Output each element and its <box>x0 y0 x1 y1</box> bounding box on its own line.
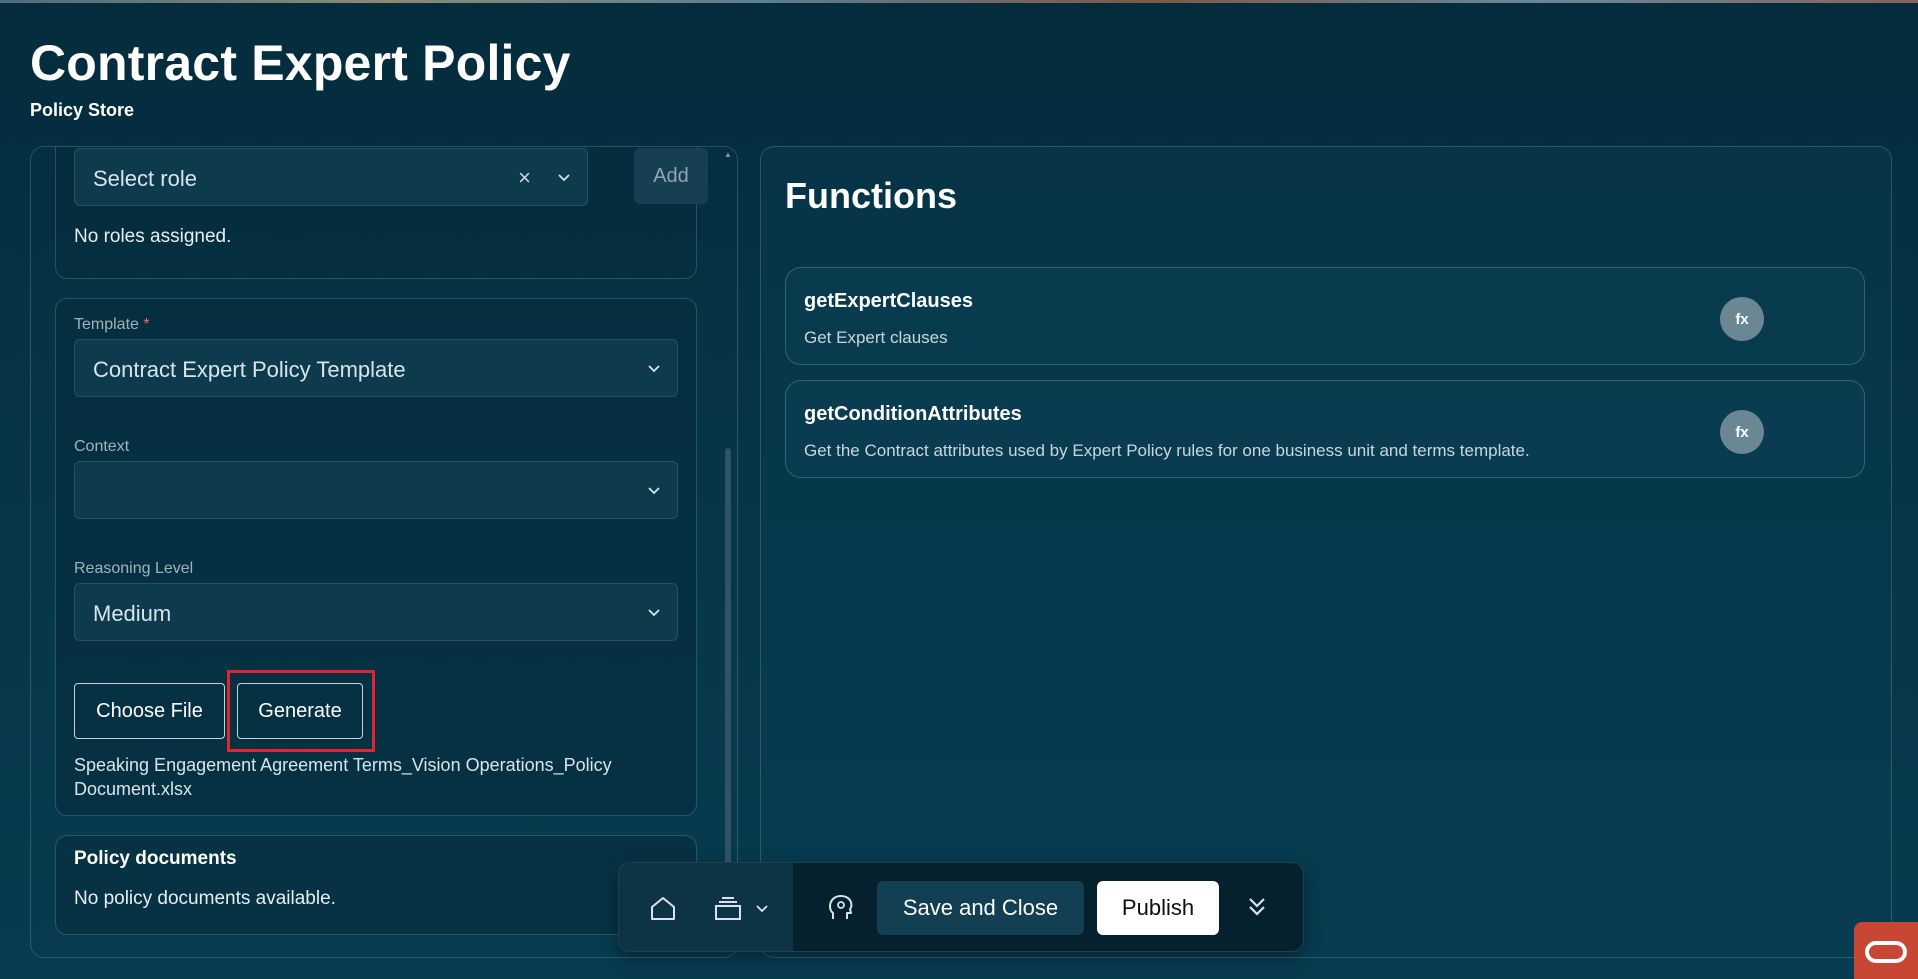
required-mark: * <box>143 316 150 333</box>
chevron-down-icon[interactable] <box>647 484 661 498</box>
function-name: getConditionAttributes <box>804 403 1022 425</box>
scrollbar-thumb[interactable] <box>725 448 731 878</box>
role-select[interactable]: Select role × <box>74 148 588 206</box>
scroll-up-arrow-icon[interactable]: ▲ <box>724 150 732 159</box>
role-select-placeholder: Select role <box>93 166 197 191</box>
template-card: Template * Contract Expert Policy Templa… <box>55 298 697 816</box>
function-card[interactable]: getConditionAttributes Get the Contract … <box>785 380 1865 478</box>
ai-assistant-icon[interactable] <box>827 893 855 923</box>
chevron-down-icon[interactable] <box>647 606 661 620</box>
policy-documents-title: Policy documents <box>74 848 237 869</box>
bottom-action-toolbar: Save and Close Publish <box>618 862 1304 952</box>
double-chevron-down-icon[interactable] <box>1246 895 1268 919</box>
function-description: Get Expert clauses <box>804 328 948 347</box>
policy-form-panel[interactable]: Select role × Add No roles assigned. Tem… <box>30 146 738 958</box>
function-name: getExpertClauses <box>804 290 973 312</box>
context-select[interactable] <box>74 461 678 519</box>
choose-file-button[interactable]: Choose File <box>74 683 225 739</box>
oracle-logo-badge[interactable] <box>1854 922 1918 979</box>
toolbar-nav-group <box>619 863 793 951</box>
save-and-close-button[interactable]: Save and Close <box>877 881 1084 935</box>
reasoning-level-value: Medium <box>93 601 172 626</box>
page-title: Contract Expert Policy <box>30 35 571 91</box>
reasoning-level-label: Reasoning Level <box>74 560 194 577</box>
left-panel-scrollbar[interactable]: ▲ <box>724 150 732 930</box>
functions-title: Functions <box>785 175 957 216</box>
page-subtitle: Policy Store <box>30 100 135 120</box>
chevron-down-icon[interactable] <box>755 903 769 915</box>
add-role-button[interactable]: Add <box>634 148 708 204</box>
selected-file-name: Speaking Engagement Agreement Terms_Visi… <box>74 755 612 799</box>
function-description: Get the Contract attributes used by Expe… <box>804 441 1530 460</box>
roles-empty-message: No roles assigned. <box>74 226 232 247</box>
policy-documents-card: Policy documents No policy documents ava… <box>55 835 697 935</box>
function-card[interactable]: getExpertClauses Get Expert clauses fx <box>785 267 1865 365</box>
functions-panel: Functions getExpertClauses Get Expert cl… <box>760 146 1892 958</box>
home-icon[interactable] <box>649 895 677 921</box>
context-label: Context <box>74 438 130 455</box>
top-decor-strip <box>0 0 1918 3</box>
policy-documents-empty-message: No policy documents available. <box>74 888 336 909</box>
generate-button[interactable]: Generate <box>237 683 363 739</box>
roles-card: Select role × Add No roles assigned. <box>55 147 708 279</box>
chevron-down-icon[interactable] <box>647 362 661 376</box>
publish-button[interactable]: Publish <box>1097 881 1219 935</box>
layers-icon[interactable] <box>713 895 743 921</box>
fx-icon: fx <box>1720 410 1764 454</box>
clear-icon[interactable]: × <box>518 165 531 191</box>
template-select[interactable]: Contract Expert Policy Template <box>74 339 678 397</box>
template-select-value: Contract Expert Policy Template <box>93 357 406 382</box>
template-label: Template * <box>74 316 150 334</box>
oracle-logo-icon <box>1865 941 1907 963</box>
chevron-down-icon[interactable] <box>557 171 571 185</box>
fx-icon: fx <box>1720 297 1764 341</box>
template-label-text: Template <box>74 316 139 333</box>
reasoning-level-select[interactable]: Medium <box>74 583 678 641</box>
